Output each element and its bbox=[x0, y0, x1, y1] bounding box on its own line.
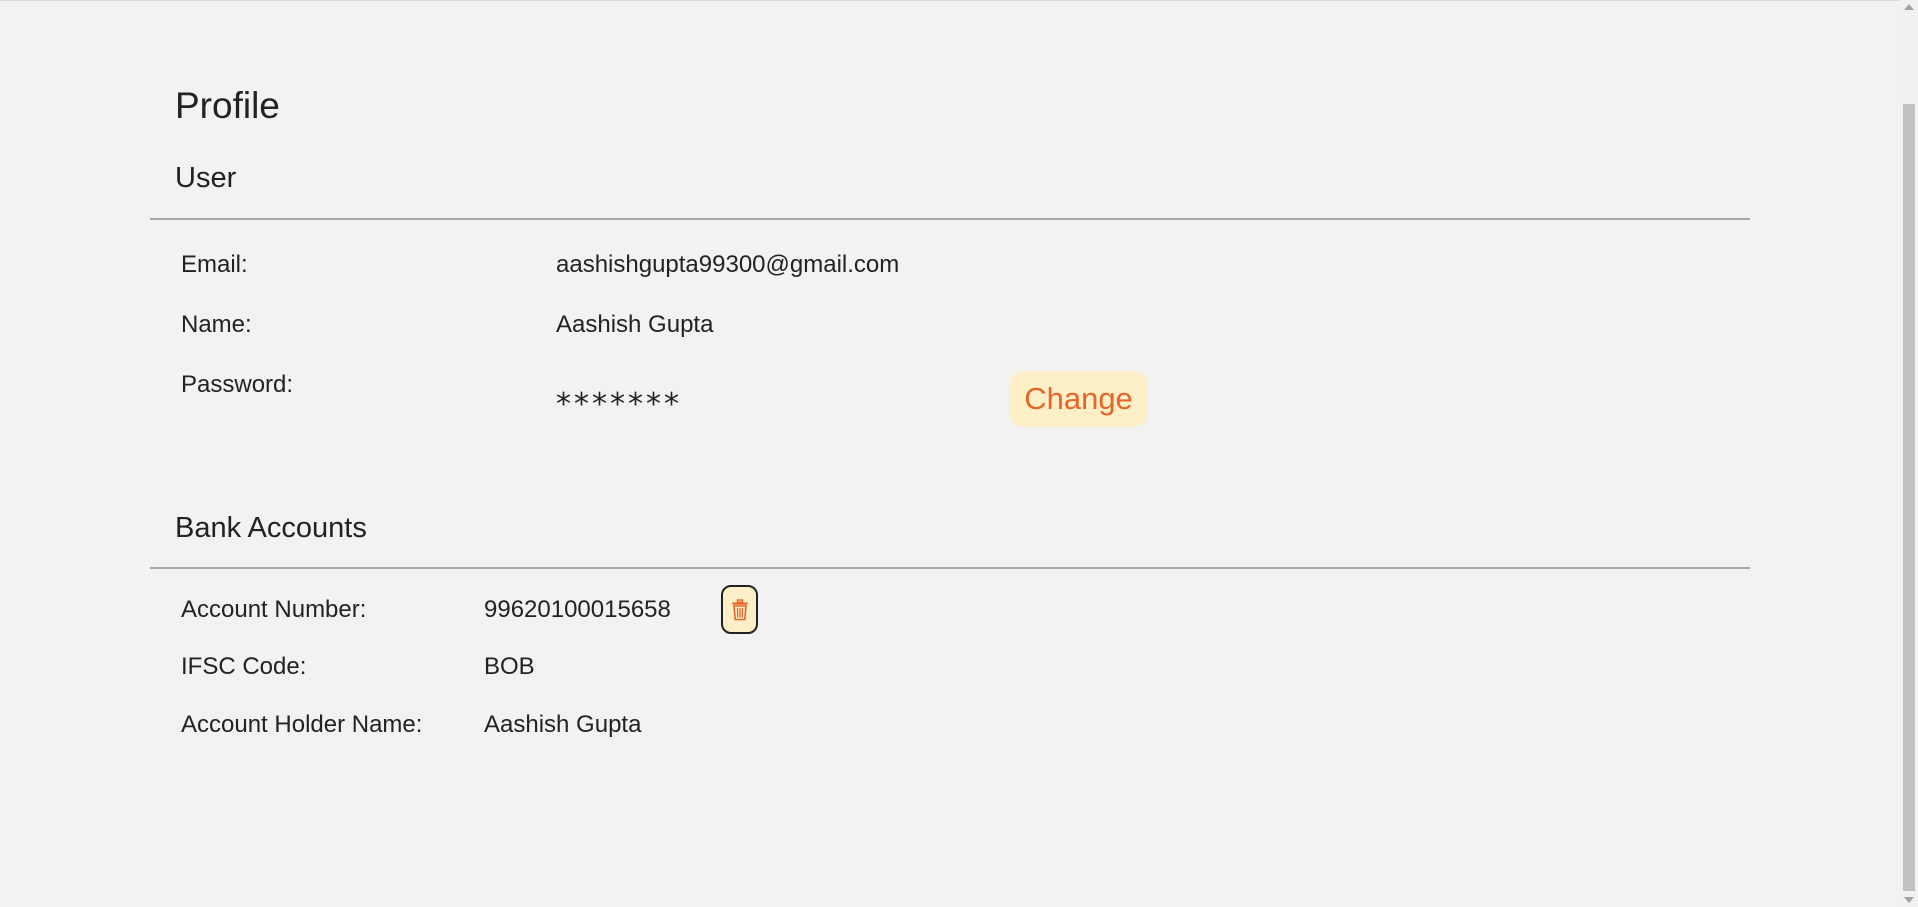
trash-icon bbox=[731, 598, 749, 621]
ifsc-label: IFSC Code: bbox=[181, 653, 307, 680]
profile-page: Profile User Email: aashishgupta99300@gm… bbox=[0, 0, 1918, 907]
account-number-value: 99620100015658 bbox=[484, 596, 671, 623]
account-holder-value: Aashish Gupta bbox=[484, 711, 642, 738]
password-label: Password: bbox=[181, 371, 294, 398]
scroll-up-arrow-icon[interactable] bbox=[1904, 4, 1914, 10]
scrollbar-thumb[interactable] bbox=[1903, 104, 1915, 891]
name-label: Name: bbox=[181, 311, 252, 338]
scroll-down-arrow-icon[interactable] bbox=[1904, 897, 1914, 903]
vertical-scrollbar[interactable] bbox=[1900, 0, 1918, 907]
name-value: Aashish Gupta bbox=[556, 311, 714, 338]
ifsc-value: BOB bbox=[484, 653, 535, 680]
page-title: Profile bbox=[175, 85, 280, 126]
bank-section-divider bbox=[150, 567, 1750, 569]
user-section-title: User bbox=[175, 162, 237, 194]
email-value: aashishgupta99300@gmail.com bbox=[556, 251, 900, 278]
bank-section-title: Bank Accounts bbox=[175, 512, 367, 544]
account-holder-label: Account Holder Name: bbox=[181, 711, 423, 738]
password-value: ******* bbox=[556, 387, 682, 422]
delete-account-button[interactable] bbox=[721, 585, 758, 634]
account-number-label: Account Number: bbox=[181, 596, 367, 623]
user-section-divider bbox=[150, 218, 1750, 220]
top-border bbox=[0, 0, 1900, 1]
email-label: Email: bbox=[181, 251, 248, 278]
change-password-button[interactable]: Change bbox=[1009, 371, 1148, 427]
